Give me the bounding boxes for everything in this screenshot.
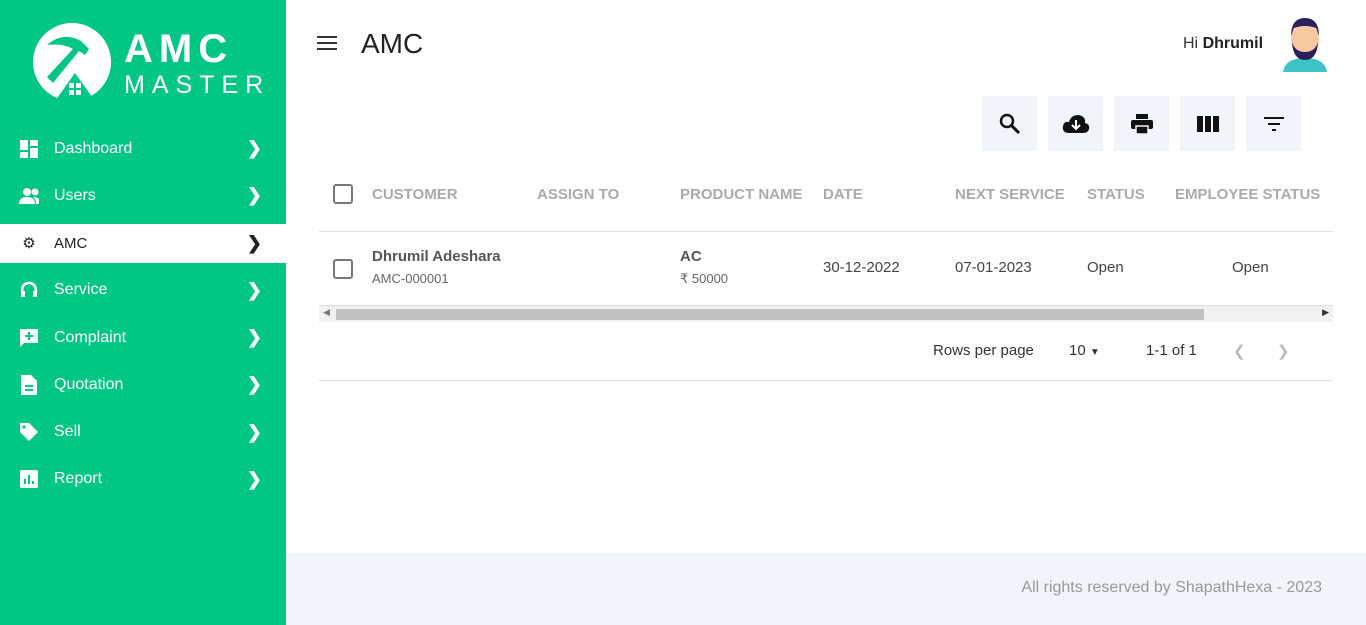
chevron-right-icon: ❯ [246, 468, 262, 489]
sidebar-item-label: Quotation [54, 375, 124, 393]
chevron-right-icon: ❯ [246, 138, 262, 159]
footer: All rights reserved by ShapathHexa - 202… [286, 553, 1366, 625]
date: 30-12-2022 [823, 259, 900, 276]
gears-icon: ⚙ [22, 235, 36, 253]
column-header-date[interactable]: DATE [823, 186, 863, 203]
scroll-right-arrow-icon[interactable]: ▶ [1322, 307, 1329, 318]
product-price: ₹ 50000 [680, 271, 729, 286]
sidebar-item-users[interactable]: Users ❯ [0, 172, 286, 219]
select-all-checkbox[interactable] [333, 184, 353, 204]
sidebar-item-label: AMC [54, 234, 88, 252]
next-service: 07-01-2023 [955, 259, 1032, 276]
user-greeting: Hi Dhrumil [1183, 35, 1264, 52]
sidebar: AMC MASTER Dashboard ❯ Users ❯ ⚙ AMC ❯ Servi… [0, 0, 286, 625]
hamburger-menu-icon[interactable] [317, 36, 337, 54]
row-checkbox[interactable] [333, 259, 353, 279]
next-page-button[interactable]: ❯ [1277, 342, 1290, 360]
users-icon [19, 186, 39, 206]
document-icon [19, 374, 39, 395]
chevron-right-icon: ❯ [246, 232, 262, 253]
sidebar-item-label: Sell [54, 423, 81, 441]
sidebar-item-quotation[interactable]: Quotation ❯ [0, 361, 286, 408]
complaint-icon [19, 328, 39, 348]
print-button[interactable] [1114, 96, 1169, 151]
sidebar-item-label: Report [54, 470, 103, 488]
chevron-right-icon: ❯ [246, 327, 262, 348]
logo-text-amc: AMC [124, 27, 234, 71]
chevron-right-icon: ❯ [246, 185, 262, 206]
headset-icon [19, 280, 39, 300]
logo: AMC MASTER [33, 23, 263, 108]
status: Open [1087, 259, 1124, 276]
column-header-next-service[interactable]: NEXT SERVICE [955, 186, 1065, 203]
page-title: AMC [361, 28, 424, 59]
chevron-right-icon: ❯ [246, 374, 262, 395]
filter-button[interactable] [1246, 96, 1301, 151]
sidebar-item-sell[interactable]: Sell ❯ [0, 408, 286, 455]
column-header-product-name[interactable]: PRODUCT NAME [680, 186, 803, 203]
employee-status: Open [1232, 259, 1269, 276]
chevron-right-icon: ❯ [246, 279, 262, 300]
sidebar-item-service[interactable]: Service ❯ [0, 267, 286, 314]
scroll-left-arrow-icon[interactable]: ◀ [323, 307, 330, 318]
column-header-assign-to[interactable]: ASSIGN TO [537, 186, 619, 203]
sidebar-item-label: Service [54, 281, 108, 299]
customer-name: Dhrumil Adeshara [372, 248, 501, 265]
search-button[interactable] [982, 96, 1037, 151]
product-name: AC [680, 248, 702, 265]
divider [319, 380, 1333, 381]
column-header-employee-status[interactable]: EMPLOYEE STATUS [1175, 186, 1320, 203]
rows-per-page-label: Rows per page [933, 342, 1034, 359]
sidebar-item-label: Complaint [54, 328, 127, 346]
rows-per-page-select[interactable]: 10 ▼ [1069, 342, 1100, 359]
logo-hammer-house-icon [33, 23, 111, 101]
download-button[interactable] [1048, 96, 1103, 151]
report-icon [19, 469, 39, 489]
dropdown-arrow-icon: ▼ [1089, 347, 1100, 358]
divider [319, 231, 1333, 232]
previous-page-button[interactable]: ❮ [1233, 342, 1246, 360]
chevron-right-icon: ❯ [246, 421, 262, 442]
sidebar-item-report[interactable]: Report ❯ [0, 456, 286, 503]
view-columns-button[interactable] [1180, 96, 1235, 151]
sidebar-item-dashboard[interactable]: Dashboard ❯ [0, 125, 286, 172]
pagination-range: 1-1 of 1 [1146, 342, 1197, 359]
column-header-customer[interactable]: CUSTOMER [372, 186, 458, 203]
logo-text-master: MASTER [124, 71, 271, 99]
sidebar-item-label: Users [54, 186, 96, 204]
sidebar-item-label: Dashboard [54, 139, 133, 157]
sidebar-item-amc[interactable]: ⚙ AMC ❯ [0, 223, 286, 263]
footer-text: All rights reserved by ShapathHexa - 202… [1021, 579, 1322, 596]
avatar[interactable] [1283, 16, 1327, 72]
amc-id: AMC-000001 [372, 271, 449, 286]
column-header-status[interactable]: STATUS [1087, 186, 1145, 203]
scrollbar-thumb[interactable] [336, 309, 1204, 320]
dashboard-icon [19, 139, 39, 159]
sidebar-item-complaint[interactable]: Complaint ❯ [0, 314, 286, 361]
horizontal-scrollbar[interactable]: ◀ ▶ [319, 305, 1333, 322]
tag-icon [19, 422, 39, 442]
